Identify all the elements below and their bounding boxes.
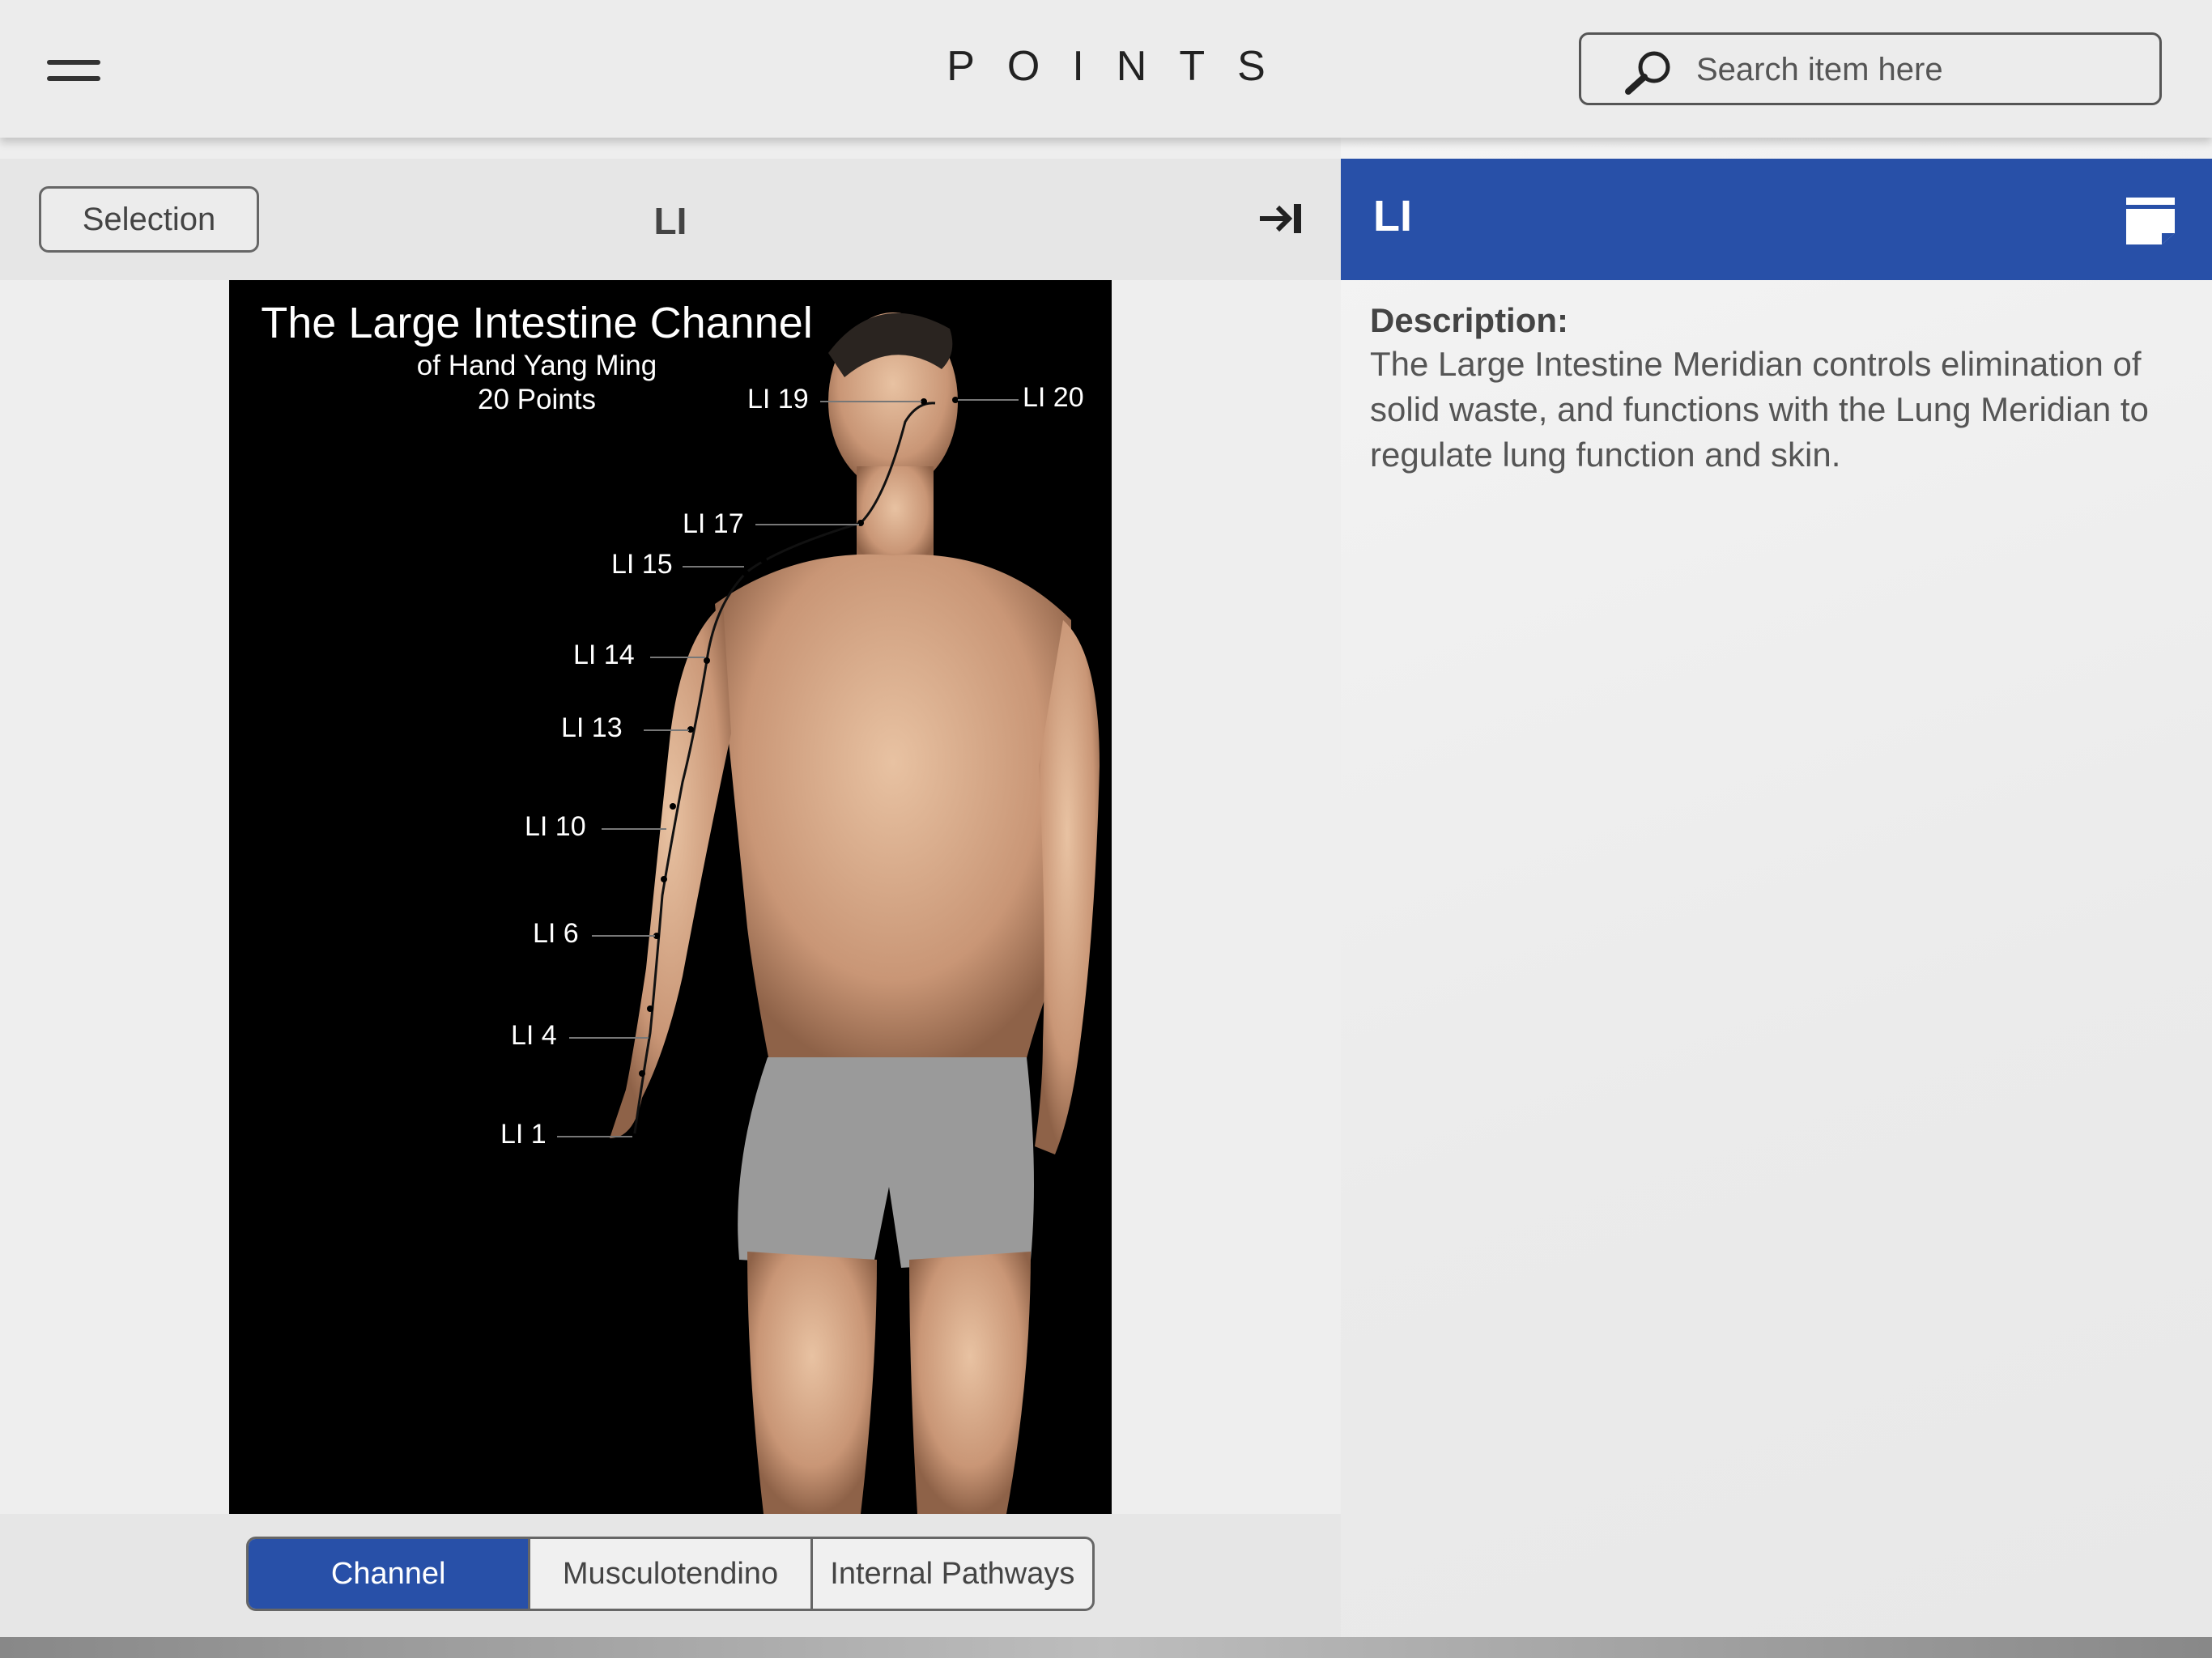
tab-channel[interactable]: Channel — [249, 1539, 531, 1609]
tab-musculotendino[interactable]: Musculotendino — [530, 1539, 813, 1609]
description-label: Description: — [1370, 301, 1569, 339]
point-label: LI 4 — [511, 1020, 557, 1051]
bottom-strip — [0, 1637, 2212, 1658]
search-input[interactable] — [1695, 43, 2151, 96]
point-label: LI 10 — [525, 811, 586, 842]
point-label: LI 6 — [533, 918, 579, 949]
expand-right-icon[interactable] — [1257, 201, 1305, 236]
image-subtitle: of Hand Yang Ming — [416, 350, 657, 381]
point-label: LI 17 — [683, 508, 744, 539]
search-box[interactable] — [1579, 32, 2162, 105]
point-label: LI 14 — [573, 640, 635, 670]
tab-bar: Channel Musculotendino Internal Pathways — [0, 1514, 1341, 1637]
point-label: LI 20 — [1023, 382, 1084, 413]
left-panel: Selection LI The Large Intestine Channel… — [0, 138, 1341, 1637]
image-title: The Large Intestine Channel — [261, 299, 813, 347]
tab-internal-pathways[interactable]: Internal Pathways — [813, 1539, 1092, 1609]
right-panel: LI Description: The Large Intestine Meri… — [1341, 138, 2212, 1637]
left-header: Selection LI — [0, 159, 1341, 280]
channel-image: The Large Intestine Channel of Hand Yang… — [229, 280, 1112, 1514]
detail-title: LI — [1373, 192, 1412, 240]
point-label: LI 13 — [561, 712, 623, 743]
top-bar: POINTS — [0, 0, 2212, 138]
description-text: The Large Intestine Meridian controls el… — [1370, 345, 2149, 474]
point-label: LI 1 — [500, 1119, 547, 1150]
channel-title: LI — [653, 200, 687, 242]
point-label: LI 15 — [611, 549, 673, 580]
note-icon[interactable] — [2125, 196, 2176, 246]
view-tabs: Channel Musculotendino Internal Pathways — [246, 1537, 1095, 1611]
point-label: LI 19 — [747, 384, 809, 414]
body-figure — [557, 312, 1100, 1514]
search-icon — [1625, 51, 1670, 95]
detail-header: LI — [1341, 159, 2212, 280]
